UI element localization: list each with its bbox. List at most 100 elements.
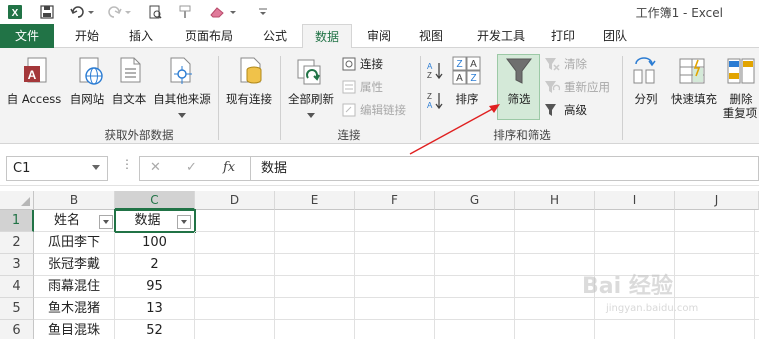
formula-bar-dots-icon: ⋮ bbox=[121, 157, 133, 171]
properties-button[interactable]: 属性 bbox=[342, 79, 383, 95]
svg-text:Z: Z bbox=[456, 59, 462, 70]
svg-text:A: A bbox=[427, 62, 433, 71]
ribbon-data: A 自 Access 自网站 自文本 自其他来源 现有连接 全部刷新 连接 属性 bbox=[0, 48, 759, 144]
eraser-icon[interactable] bbox=[206, 3, 242, 21]
col-header-c[interactable]: C bbox=[115, 191, 195, 210]
row-header-6[interactable]: 6 bbox=[0, 320, 34, 339]
flash-fill-icon bbox=[678, 56, 708, 89]
clear-filter-icon bbox=[545, 58, 560, 71]
tab-formulas[interactable]: 公式 bbox=[252, 24, 298, 48]
tab-home[interactable]: 开始 bbox=[64, 24, 110, 48]
tab-insert[interactable]: 插入 bbox=[118, 24, 164, 48]
properties-label: 属性 bbox=[360, 80, 383, 94]
text-file-icon bbox=[116, 56, 144, 91]
formula-buttons: ✕ ✓ fx bbox=[139, 156, 251, 181]
row-header-4[interactable]: 4 bbox=[0, 276, 34, 298]
flash-fill-button[interactable]: 快速填充 bbox=[666, 91, 722, 107]
edit-links-button[interactable]: 编辑链接 bbox=[342, 102, 406, 118]
cell-c2[interactable]: 100 bbox=[115, 232, 195, 254]
filter-button[interactable]: 筛选 bbox=[498, 91, 540, 107]
tab-file[interactable]: 文件 bbox=[0, 24, 54, 48]
group-label-external-data: 获取外部数据 bbox=[104, 128, 174, 142]
remove-duplicates-icon bbox=[726, 56, 756, 89]
cancel-icon[interactable]: ✕ bbox=[150, 160, 161, 175]
tab-page-layout[interactable]: 页面布局 bbox=[174, 24, 244, 48]
col-header-b[interactable]: B bbox=[34, 191, 115, 210]
filter-dropdown-c[interactable] bbox=[177, 215, 191, 229]
refresh-all-button[interactable]: 全部刷新 bbox=[284, 91, 338, 107]
undo-icon[interactable] bbox=[68, 3, 98, 21]
col-header-d[interactable]: D bbox=[195, 191, 275, 210]
empty-grid-area[interactable] bbox=[195, 210, 759, 339]
existing-connections-button[interactable]: 现有连接 bbox=[222, 91, 276, 107]
row-header-3[interactable]: 3 bbox=[0, 254, 34, 276]
cell-b4[interactable]: 雨幕混住 bbox=[34, 276, 115, 298]
separator bbox=[218, 56, 219, 140]
existing-connections-icon bbox=[236, 56, 266, 91]
cell-c3[interactable]: 2 bbox=[115, 254, 195, 276]
chevron-down-icon[interactable] bbox=[92, 165, 100, 170]
col-header-f[interactable]: F bbox=[355, 191, 435, 210]
svg-text:A: A bbox=[470, 59, 477, 70]
from-access-button[interactable]: 自 Access bbox=[2, 91, 66, 107]
reapply-button[interactable]: 重新应用 bbox=[544, 79, 610, 95]
formula-input[interactable]: 数据 bbox=[251, 156, 759, 181]
cell-b5[interactable]: 鱼木混猪 bbox=[34, 298, 115, 320]
reapply-label: 重新应用 bbox=[564, 80, 610, 94]
format-painter-icon[interactable] bbox=[176, 3, 194, 21]
clear-filter-button[interactable]: 清除 bbox=[544, 56, 587, 72]
from-text-button[interactable]: 自文本 bbox=[108, 91, 150, 107]
connections-button[interactable]: 连接 bbox=[342, 56, 383, 72]
tab-print[interactable]: 打印 bbox=[542, 24, 584, 48]
connections-icon bbox=[342, 57, 356, 71]
advanced-filter-button[interactable]: 高级 bbox=[544, 102, 587, 118]
insert-function-icon[interactable]: fx bbox=[223, 160, 235, 175]
edit-links-label: 编辑链接 bbox=[360, 103, 406, 117]
cell-c5[interactable]: 13 bbox=[115, 298, 195, 320]
cell-c6[interactable]: 52 bbox=[115, 320, 195, 339]
row-header-1[interactable]: 1 bbox=[0, 210, 34, 232]
col-header-g[interactable]: G bbox=[435, 191, 515, 210]
enter-icon[interactable]: ✓ bbox=[186, 160, 197, 175]
from-web-button[interactable]: 自网站 bbox=[66, 91, 108, 107]
svg-text:A: A bbox=[427, 101, 433, 110]
clear-label: 清除 bbox=[564, 57, 587, 71]
filter-dropdown-b[interactable] bbox=[99, 215, 113, 229]
tab-team[interactable]: 团队 bbox=[592, 24, 638, 48]
connections-label: 连接 bbox=[360, 57, 383, 71]
cell-b3[interactable]: 张冠李戴 bbox=[34, 254, 115, 276]
col-header-i[interactable]: I bbox=[595, 191, 675, 210]
advanced-label: 高级 bbox=[564, 103, 587, 117]
cell-b6[interactable]: 鱼目混珠 bbox=[34, 320, 115, 339]
sort-button[interactable]: 排序 bbox=[448, 91, 486, 107]
tab-developer[interactable]: 开发工具 bbox=[464, 24, 538, 48]
print-preview-icon[interactable] bbox=[146, 3, 164, 21]
svg-text:Z: Z bbox=[427, 71, 432, 80]
refresh-all-icon bbox=[296, 56, 326, 91]
web-icon bbox=[76, 56, 104, 91]
row-header-2[interactable]: 2 bbox=[0, 232, 34, 254]
separator bbox=[280, 56, 281, 140]
filter-funnel-icon bbox=[505, 56, 533, 89]
tab-review[interactable]: 审阅 bbox=[356, 24, 402, 48]
col-header-j[interactable]: J bbox=[675, 191, 759, 210]
select-all-corner[interactable] bbox=[0, 191, 34, 210]
text-to-columns-button[interactable]: 分列 bbox=[628, 91, 664, 107]
row-header-5[interactable]: 5 bbox=[0, 298, 34, 320]
remove-duplicates-button-line2[interactable]: 重复项 bbox=[720, 105, 759, 121]
col-header-e[interactable]: E bbox=[275, 191, 355, 210]
from-other-sources-button[interactable]: 自其他来源 bbox=[150, 91, 214, 107]
cell-c4[interactable]: 95 bbox=[115, 276, 195, 298]
save-icon[interactable] bbox=[38, 3, 56, 21]
group-label-sort-filter: 排序和筛选 bbox=[493, 128, 551, 142]
sort-ascending-icon[interactable]: AZ bbox=[426, 60, 444, 83]
group-label-connections: 连接 bbox=[337, 128, 361, 142]
redo-icon[interactable] bbox=[106, 3, 136, 21]
cell-b2[interactable]: 瓜田李下 bbox=[34, 232, 115, 254]
reapply-icon bbox=[545, 81, 560, 93]
tab-view[interactable]: 视图 bbox=[408, 24, 454, 48]
col-header-h[interactable]: H bbox=[515, 191, 595, 210]
sort-descending-icon[interactable]: ZA bbox=[426, 90, 444, 113]
customize-qat-icon[interactable] bbox=[256, 3, 270, 21]
tab-data[interactable]: 数据 bbox=[302, 24, 352, 49]
